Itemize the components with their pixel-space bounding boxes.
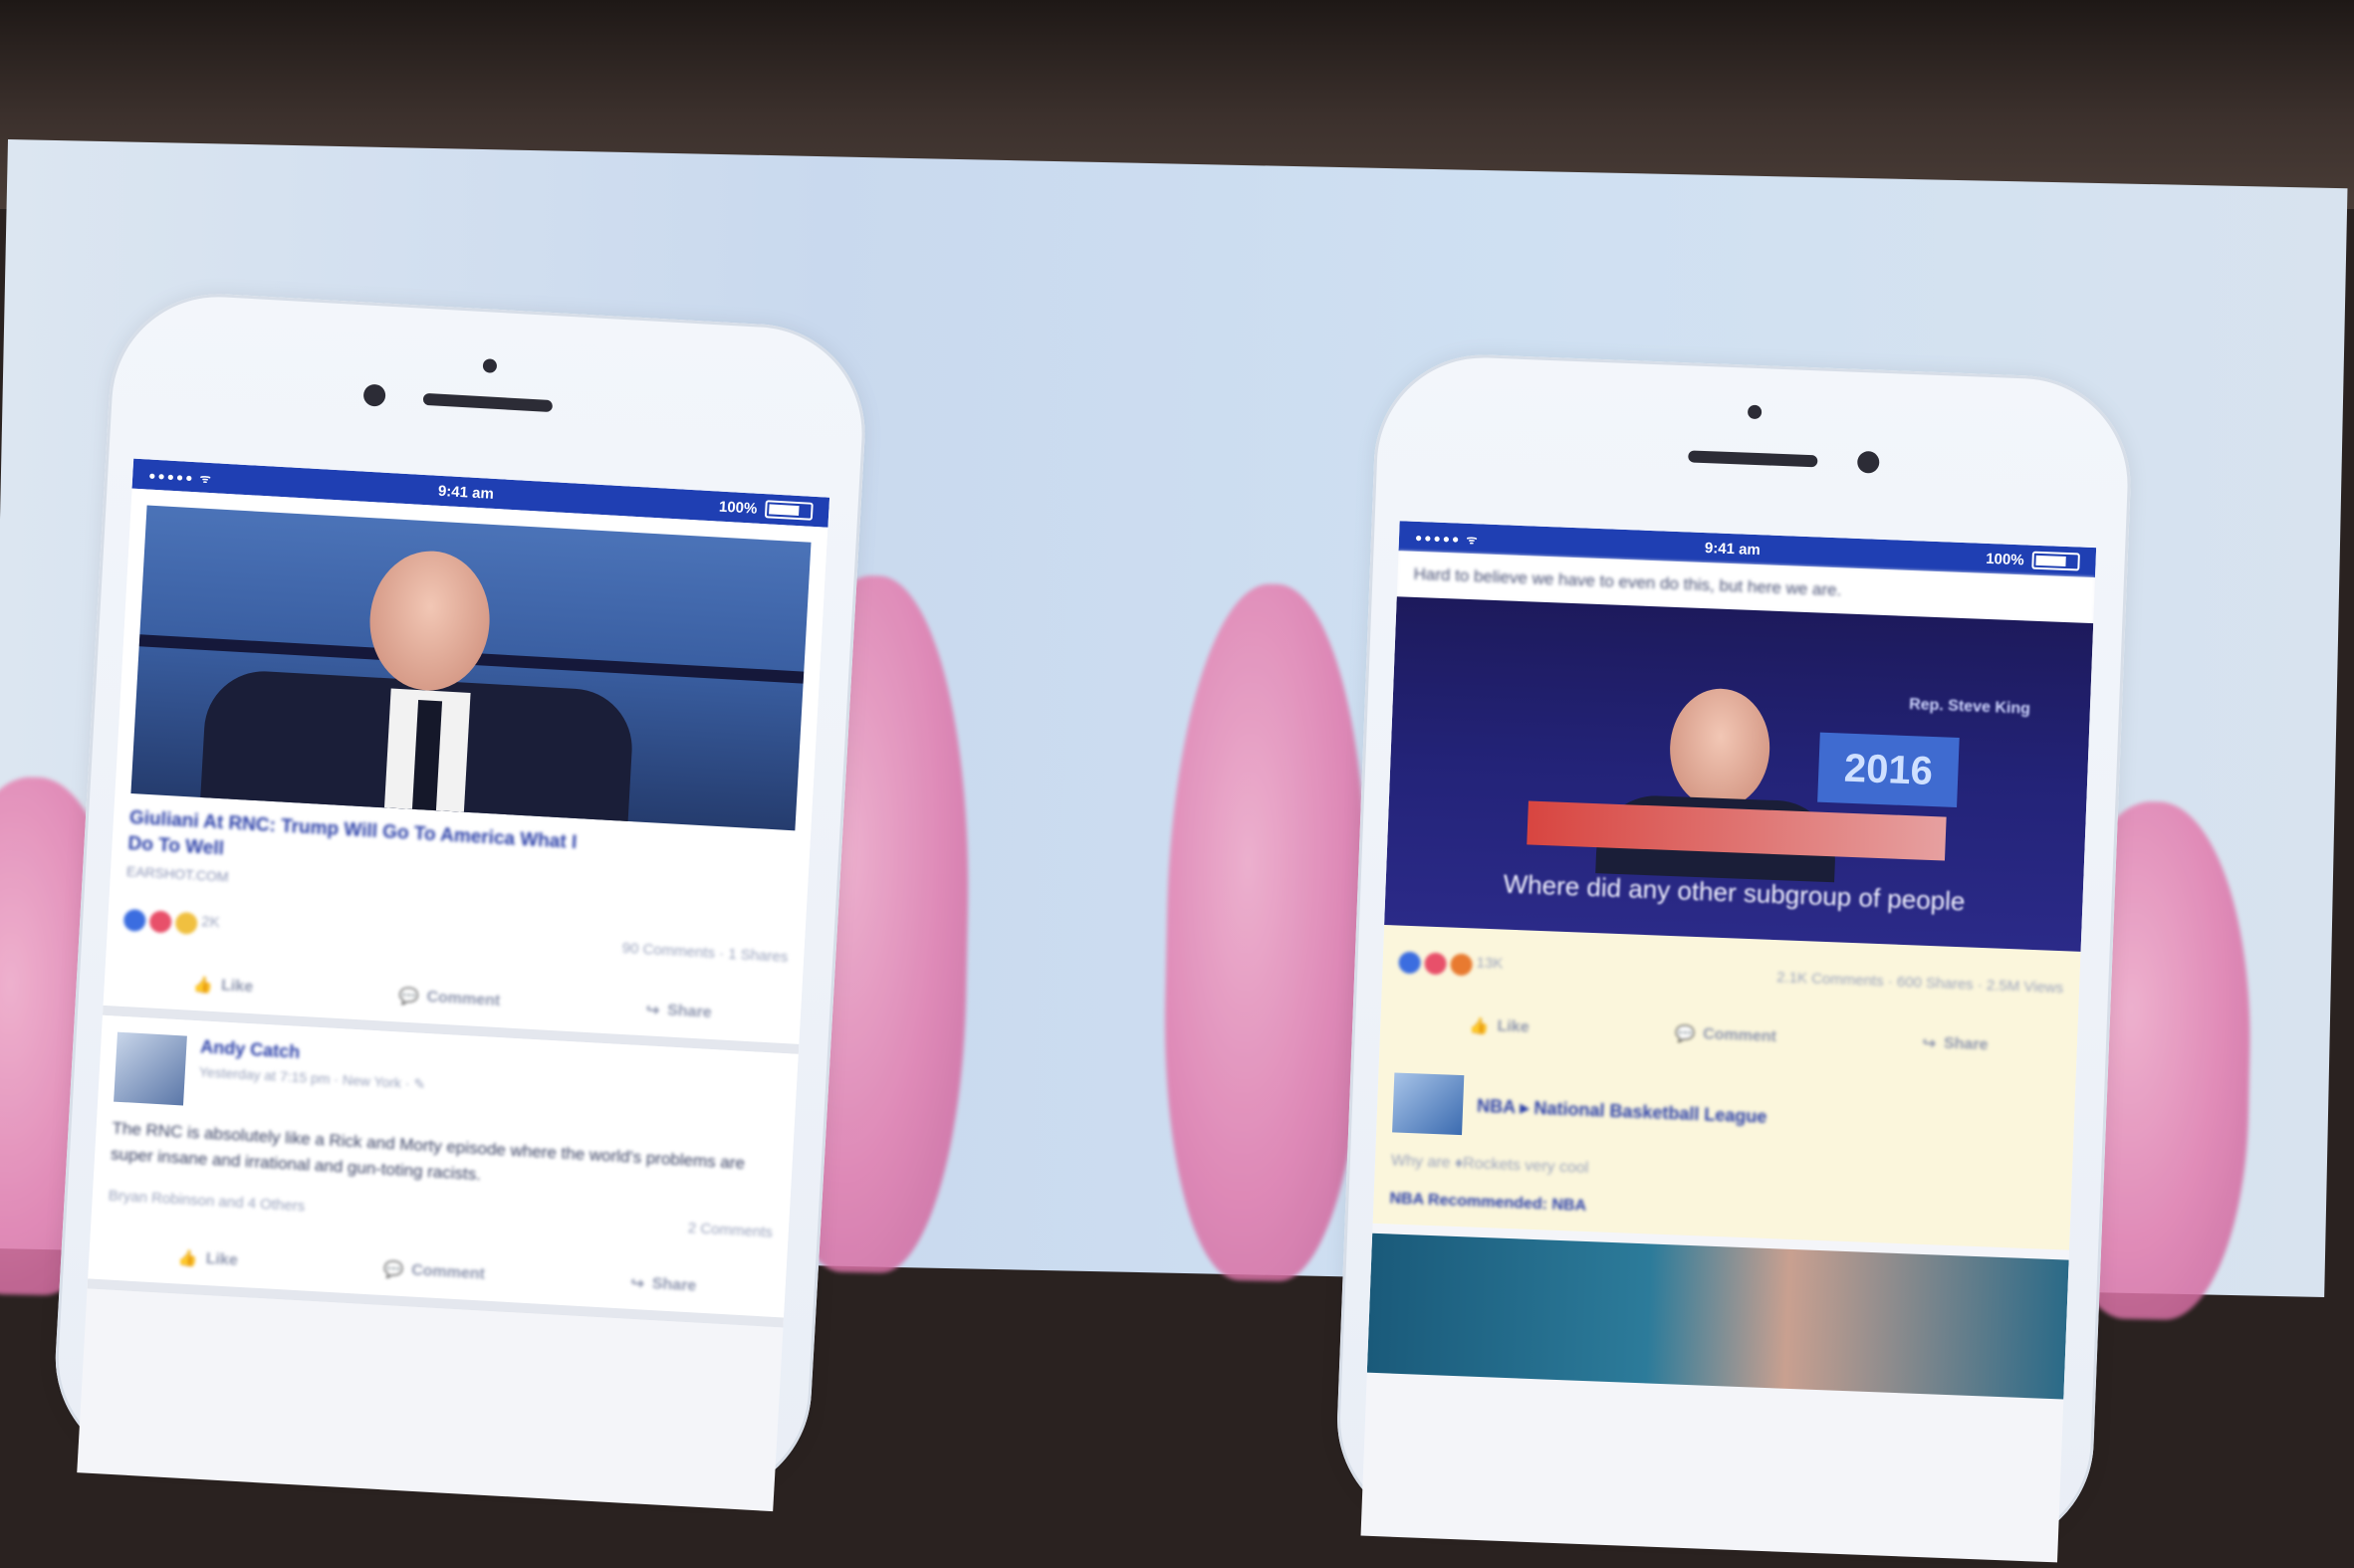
page-recommendation[interactable]: NBA Recommended: NBA [1389, 1190, 2054, 1233]
reactions-row[interactable]: 2K 90 Comments · 1 Shares [122, 908, 789, 968]
signal-indicator: ●●●●● ᯤ [1414, 530, 1480, 547]
share-icon: ↪ [645, 1002, 660, 1020]
comment-icon: 💬 [1674, 1025, 1696, 1044]
page-name[interactable]: NBA ▸ National Basketball League [1477, 1095, 1767, 1127]
reaction-count: 13K [1476, 954, 1504, 973]
reaction-count: 2K [200, 913, 221, 932]
page-avatar [1392, 1072, 1465, 1136]
like-button[interactable]: 👍 Like [193, 975, 254, 998]
phone-screen-right: ●●●●● ᯤ 9:41 am 100% Hard to believe we … [1360, 521, 2097, 1563]
action-bar: 👍 Like 💬 Comment ↪ Share [105, 1233, 771, 1300]
page-post-text: Why are ♦Rockets very cool [1390, 1152, 1589, 1178]
thumbs-up-icon: 👍 [177, 1249, 199, 1268]
lower-third-banner [1527, 800, 1947, 861]
video-year-graphic: 2016 [1817, 732, 1960, 807]
speaker-head [365, 548, 494, 694]
like-button[interactable]: 👍 Like [1469, 1015, 1530, 1037]
angry-icon [1450, 953, 1474, 977]
feed-post: Giuliani At RNC: Trump Will Go To Americ… [102, 488, 828, 1054]
comment-icon: 💬 [382, 1260, 404, 1280]
hand-right-fingers [1159, 581, 1373, 1283]
front-sensor [482, 358, 498, 373]
battery-percent: 100% [718, 498, 758, 518]
comment-icon: 💬 [398, 988, 419, 1007]
front-camera [362, 383, 386, 407]
front-sensor [1747, 404, 1763, 420]
like-button[interactable]: 👍 Like [177, 1247, 238, 1270]
comment-button[interactable]: 💬 Comment [1675, 1023, 1776, 1047]
share-icon: ↪ [1922, 1034, 1937, 1053]
comments-shares-count: 2.1K Comments · 600 Shares · 2.5M Views [1775, 968, 2064, 997]
reaction-icons: 13K [1398, 951, 1504, 978]
suggested-page[interactable]: NBA ▸ National Basketball League [1392, 1072, 2059, 1158]
share-button[interactable]: ↪ Share [645, 1000, 712, 1023]
share-icon: ↪ [629, 1274, 645, 1293]
comments-count: 2 Comments [687, 1219, 774, 1241]
comment-button[interactable]: 💬 Comment [398, 986, 501, 1011]
share-button[interactable]: ↪ Share [1922, 1033, 1989, 1056]
crowd-image[interactable] [1366, 1232, 2069, 1400]
phone-screen-left: ●●●●● ᯤ 9:41 am 100% Giuliani At RNC: Tr… [77, 458, 830, 1512]
reactions-row[interactable]: 13K 2.1K Comments · 600 Shares · 2.5M Vi… [1398, 951, 2064, 1000]
clock: 9:41 am [1704, 539, 1762, 559]
phone-right: ●●●●● ᯤ 9:41 am 100% Hard to believe we … [1332, 350, 2135, 1563]
comment-button[interactable]: 💬 Comment [383, 1259, 486, 1285]
battery-icon [2031, 551, 2080, 571]
front-camera [1856, 450, 1880, 474]
comments-shares-count: 90 Comments · 1 Shares [621, 939, 789, 966]
like-icon [122, 908, 146, 933]
video-name-tag: Rep. Steve King [1908, 696, 2031, 718]
post-text: The RNC is absolutely like a Rick and Mo… [110, 1118, 746, 1185]
phone-left: ●●●●● ᯤ 9:41 am 100% Giuliani At RNC: Tr… [49, 288, 871, 1512]
battery-icon [764, 500, 814, 521]
haha-icon [174, 911, 198, 935]
signal-indicator: ●●●●● ᯤ [147, 468, 214, 486]
clock: 9:41 am [437, 482, 495, 503]
share-button[interactable]: ↪ Share [630, 1273, 697, 1297]
battery-percent: 100% [1985, 550, 2024, 568]
earpiece [1688, 450, 1818, 468]
thumbs-up-icon: 👍 [1469, 1017, 1490, 1036]
liked-by: Bryan Robinson and 4 Others [108, 1187, 306, 1216]
video-player[interactable]: Rep. Steve King 2016 Where did any other… [1384, 596, 2094, 952]
video-thumbnail[interactable] [130, 505, 812, 831]
love-icon [1424, 952, 1448, 976]
like-icon [1398, 951, 1422, 975]
love-icon [148, 910, 172, 934]
feed-post: Andy Catch Yesterday at 7:15 pm · New Yo… [87, 1014, 799, 1328]
action-bar: 👍 Like 💬 Comment ↪ Share [119, 961, 786, 1027]
earpiece [422, 392, 554, 413]
speaker-head [1667, 686, 1772, 810]
thumbs-up-icon: 👍 [192, 976, 214, 995]
reaction-icons: 2K [122, 908, 221, 936]
action-bar: 👍 Like 💬 Comment ↪ Share [1396, 1004, 2062, 1059]
post-footer: 13K 2.1K Comments · 600 Shares · 2.5M Vi… [1372, 924, 2081, 1250]
tv-screen: ●●●●● ᯤ 9:41 am 100% Giuliani At RNC: Tr… [0, 139, 2348, 1563]
